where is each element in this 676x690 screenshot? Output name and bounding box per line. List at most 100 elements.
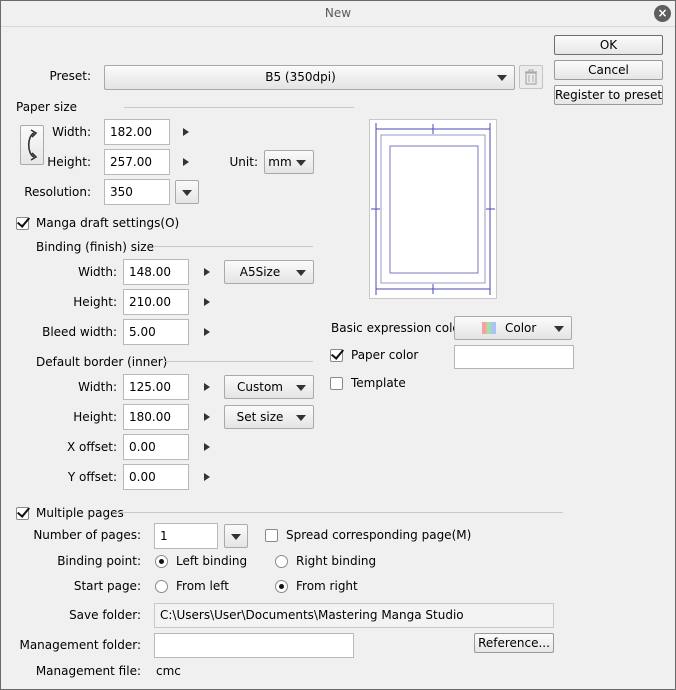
bind-size-value: A5Size <box>239 265 281 279</box>
left-binding-radio[interactable] <box>155 555 168 568</box>
template-label: Template <box>351 376 406 390</box>
window-title: New <box>324 6 352 20</box>
ok-button[interactable]: OK <box>554 35 663 55</box>
y-offset-field[interactable]: 0.00 <box>123 464 189 490</box>
management-folder-label: Management folder: <box>19 638 141 652</box>
from-right-radio[interactable] <box>275 580 288 593</box>
bleed-width-label: Bleed width: <box>42 325 117 339</box>
chevron-down-icon <box>182 190 192 196</box>
basic-expression-color-value: Color <box>505 321 537 335</box>
cancel-button[interactable]: Cancel <box>554 60 663 80</box>
manga-draft-checkbox[interactable] <box>16 217 29 230</box>
pages-divider <box>115 512 563 513</box>
trash-icon[interactable] <box>519 65 543 89</box>
bleed-width-field[interactable]: 5.00 <box>123 319 189 345</box>
left-binding-label: Left binding <box>176 554 248 568</box>
paper-color-checkbox[interactable] <box>330 349 343 362</box>
spread-page-checkbox[interactable] <box>265 529 278 542</box>
management-file-value: cmc <box>156 664 181 678</box>
template-checkbox[interactable] <box>330 377 343 390</box>
basic-expression-color-label: Basic expression color: <box>331 321 469 335</box>
unit-value: mm <box>268 155 292 169</box>
save-folder-label: Save folder: <box>69 608 141 622</box>
multiple-pages-label: Multiple pages <box>36 506 124 520</box>
binding-point-label: Binding point: <box>57 554 141 568</box>
number-of-pages-field[interactable]: 1 <box>154 523 218 549</box>
basic-expression-color-dropdown[interactable]: Color <box>454 316 572 340</box>
preset-value: B5 (350dpi) <box>265 70 336 84</box>
chevron-down-icon <box>296 270 306 276</box>
paper-color-swatch[interactable] <box>454 345 574 369</box>
resolution-field[interactable]: 350 <box>104 179 170 205</box>
x-offset-stepper-icon[interactable] <box>204 443 210 451</box>
bind-height-stepper-icon[interactable] <box>204 298 210 306</box>
border-width-stepper-icon[interactable] <box>204 383 210 391</box>
right-binding-radio[interactable] <box>275 555 288 568</box>
bind-width-stepper-icon[interactable] <box>204 268 210 276</box>
y-offset-stepper-icon[interactable] <box>204 473 210 481</box>
unit-label: Unit: <box>229 155 258 169</box>
binding-divider <box>153 246 313 247</box>
border-height-dropdown[interactable]: Set size <box>224 405 314 429</box>
paper-size-divider <box>124 107 354 108</box>
chevron-down-icon <box>231 534 241 540</box>
border-height-preset: Set size <box>236 410 284 424</box>
from-left-radio[interactable] <box>155 580 168 593</box>
x-offset-label: X offset: <box>66 440 117 454</box>
paper-size-header: Paper size <box>16 100 78 114</box>
width-stepper-icon[interactable] <box>183 128 189 136</box>
from-left-label: From left <box>176 579 229 593</box>
management-file-label: Management file: <box>35 664 141 678</box>
color-swatch-icon <box>482 322 496 334</box>
number-of-pages-label: Number of pages: <box>33 528 141 542</box>
start-page-label: Start page: <box>73 579 141 593</box>
height-label: Height: <box>47 155 91 169</box>
chevron-down-icon <box>296 160 306 166</box>
preset-dropdown[interactable]: B5 (350dpi) <box>104 65 515 90</box>
title-bar: New × <box>1 1 675 27</box>
bind-width-label: Width: <box>78 265 117 279</box>
resolution-dropdown[interactable] <box>175 180 199 204</box>
y-offset-label: Y offset: <box>67 470 117 484</box>
border-width-label: Width: <box>78 380 117 394</box>
bind-height-field[interactable]: 210.00 <box>123 289 189 315</box>
management-folder-field[interactable] <box>154 633 354 658</box>
chevron-down-icon <box>296 385 306 391</box>
border-width-dropdown[interactable]: Custom <box>224 375 314 399</box>
border-width-preset: Custom <box>237 380 283 394</box>
chevron-down-icon <box>296 415 306 421</box>
chevron-down-icon <box>554 326 564 332</box>
height-field[interactable]: 257.00 <box>104 149 170 175</box>
from-right-label: From right <box>296 579 358 593</box>
bind-width-field[interactable]: 148.00 <box>123 259 189 285</box>
border-height-stepper-icon[interactable] <box>204 413 210 421</box>
manga-draft-label: Manga draft settings(O) <box>36 216 180 230</box>
border-height-field[interactable]: 180.00 <box>123 404 189 430</box>
border-width-field[interactable]: 125.00 <box>123 374 189 400</box>
multiple-pages-checkbox[interactable] <box>16 507 29 520</box>
resolution-label: Resolution: <box>24 185 91 199</box>
x-offset-field[interactable]: 0.00 <box>123 434 189 460</box>
right-binding-label: Right binding <box>296 554 377 568</box>
preset-label: Preset: <box>49 69 91 83</box>
bleed-width-stepper-icon[interactable] <box>204 328 210 336</box>
binding-size-header: Binding (finish) size <box>36 240 154 254</box>
paper-color-label: Paper color <box>351 348 419 362</box>
chevron-down-icon <box>497 75 507 81</box>
width-field[interactable]: 182.00 <box>104 119 170 145</box>
unit-dropdown[interactable]: mm <box>264 150 314 174</box>
register-to-preset-button[interactable]: Register to preset <box>554 85 663 105</box>
border-height-label: Height: <box>73 410 117 424</box>
default-border-header: Default border (inner) <box>36 355 168 369</box>
height-stepper-icon[interactable] <box>183 158 189 166</box>
bind-size-dropdown[interactable]: A5Size <box>224 260 314 284</box>
new-document-dialog: New × OK Cancel Register to preset Prese… <box>0 0 676 690</box>
save-folder-field: C:\Users\User\Documents\Mastering Manga … <box>154 603 554 628</box>
width-label: Width: <box>52 125 91 139</box>
reference-button[interactable]: Reference... <box>474 633 554 653</box>
spread-page-label: Spread corresponding page(M) <box>286 528 472 542</box>
page-preview <box>369 119 497 299</box>
border-divider <box>164 361 313 362</box>
close-icon[interactable]: × <box>654 5 671 22</box>
number-of-pages-dropdown[interactable] <box>224 524 248 548</box>
